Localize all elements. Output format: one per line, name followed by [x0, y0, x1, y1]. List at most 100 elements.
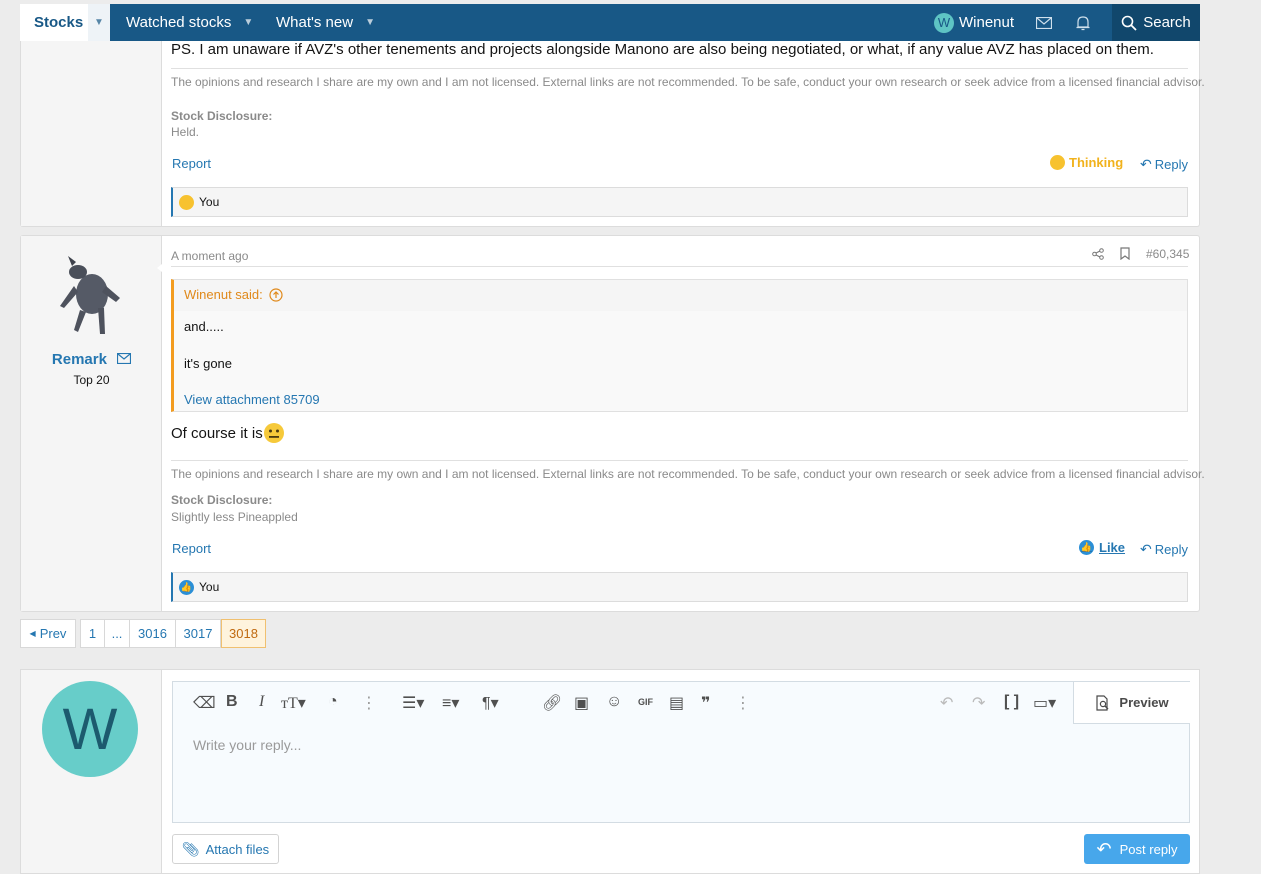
- post-number[interactable]: #60,345: [1146, 247, 1189, 261]
- chevron-left-icon: ◀: [29, 629, 36, 638]
- palette-icon[interactable]: ◔: [328, 693, 338, 711]
- paragraph-icon[interactable]: ¶▾: [482, 693, 499, 713]
- eraser-icon[interactable]: ⌫: [193, 693, 216, 713]
- attachment-link[interactable]: View attachment 85709: [184, 392, 320, 407]
- user-avatar-dog[interactable]: [56, 246, 126, 338]
- quote-header[interactable]: Winenut said:: [184, 287, 283, 302]
- reactions-bar[interactable]: 👍 You: [171, 572, 1188, 602]
- reaction-label: Thinking: [1069, 155, 1124, 170]
- align-icon[interactable]: ≡▾: [442, 693, 459, 713]
- author-name[interactable]: Remark: [52, 351, 107, 368]
- thumbs-up-icon: 👍: [1079, 540, 1094, 555]
- post-2-user-cell: Remark Top 20: [21, 236, 162, 611]
- search-label: Search: [1143, 14, 1191, 31]
- text-size-icon[interactable]: тT▾: [281, 693, 306, 713]
- username: Winenut: [959, 14, 1015, 31]
- user-rank: Top 20: [73, 373, 110, 387]
- attach-label: Attach files: [205, 841, 270, 857]
- link-icon[interactable]: 🔗︎: [542, 693, 562, 713]
- reply-label: Reply: [1154, 157, 1188, 172]
- bookmark-icon[interactable]: [1120, 247, 1130, 260]
- report-link[interactable]: Report: [172, 156, 211, 171]
- alerts-button[interactable]: [1076, 4, 1090, 41]
- more-vertical-icon[interactable]: ⋮: [735, 693, 751, 713]
- inbox-button[interactable]: [1036, 4, 1052, 41]
- report-link[interactable]: Report: [172, 541, 211, 556]
- nav-tab-label: Watched stocks: [126, 14, 232, 31]
- post-reply-button[interactable]: ↶ Post reply: [1084, 834, 1190, 864]
- avatar[interactable]: W: [42, 681, 138, 777]
- page-current[interactable]: 3018: [221, 619, 266, 648]
- quote-block: Winenut said: and..... it's gone View at…: [171, 279, 1188, 412]
- like-button[interactable]: 👍 Like: [1079, 540, 1125, 555]
- thinking-reaction-button[interactable]: Thinking: [1050, 155, 1123, 170]
- chevron-down-icon: ▼: [365, 17, 375, 28]
- thumbs-up-icon: 👍: [179, 579, 194, 595]
- page-ellipsis[interactable]: ...: [105, 619, 130, 648]
- smiley-icon[interactable]: ☺: [606, 693, 622, 711]
- rich-text-editor: ⌫ B I тT▾ ◔ ⋮ ☰▾ ≡▾ ¶▾ 🔗︎ ▣ ☺ GIF ▤ ❞ ⋮ …: [172, 681, 1190, 823]
- reply-input[interactable]: Write your reply...: [193, 737, 301, 753]
- chevron-down-icon: ▼: [243, 17, 254, 28]
- search-button[interactable]: Search: [1112, 4, 1200, 41]
- paperclip-icon: 📎︎: [181, 840, 200, 857]
- list-icon[interactable]: ☰▾: [402, 693, 424, 713]
- redo-icon[interactable]: ↷: [972, 693, 985, 713]
- undo-icon[interactable]: ↶: [940, 693, 953, 713]
- post-1-main: PS. I am unaware if AVZ's other tenement…: [171, 26, 1205, 226]
- preview-button[interactable]: Preview: [1073, 682, 1190, 724]
- stock-disclosure-label: Stock Disclosure:: [171, 493, 273, 507]
- editor-toolbar: ⌫ B I тT▾ ◔ ⋮ ☰▾ ≡▾ ¶▾ 🔗︎ ▣ ☺ GIF ▤ ❞ ⋮ …: [173, 682, 1190, 724]
- chevron-down-icon: ▼: [94, 17, 104, 28]
- post-1-user-cell: [21, 26, 162, 226]
- italic-icon[interactable]: I: [259, 693, 264, 711]
- quote-icon[interactable]: ❞: [701, 693, 710, 713]
- bold-icon[interactable]: B: [226, 693, 238, 711]
- stock-disclosure-value: Held.: [171, 125, 200, 139]
- reactions-bar[interactable]: You: [171, 187, 1188, 217]
- post-body: PS. I am unaware if AVZ's other tenement…: [171, 41, 1154, 58]
- signature: The opinions and research I share are my…: [171, 68, 1205, 89]
- neutral-face-emoji-icon: [263, 423, 284, 443]
- post-reply-label: Post reply: [1119, 841, 1178, 857]
- post-body-text: Of course it is: [171, 424, 263, 442]
- quick-reply: W ⌫ B I тT▾ ◔ ⋮ ☰▾ ≡▾ ¶▾ 🔗︎ ▣ ☺ GIF ▤ ❞ …: [20, 669, 1200, 874]
- message-envelope-icon[interactable]: [117, 352, 132, 365]
- reply-arrow-icon: ↶: [1140, 541, 1152, 557]
- prev-label: Prev: [39, 626, 67, 641]
- attach-files-button[interactable]: 📎︎ Attach files: [172, 834, 279, 864]
- more-vertical-icon[interactable]: ⋮: [361, 693, 377, 713]
- media-icon[interactable]: ▤: [669, 693, 684, 713]
- envelope-icon: [1036, 16, 1052, 29]
- nav-tab-whats-new[interactable]: What's new ▼: [276, 4, 375, 41]
- quote-author: Winenut said:: [184, 287, 263, 302]
- avatar: W: [934, 12, 954, 33]
- reply-arrow-icon: ↶: [1140, 156, 1152, 172]
- post-2-main: A moment ago #60,345 Winenut said: and..…: [171, 236, 1205, 611]
- reply-button[interactable]: ↶ Reply: [1140, 541, 1188, 558]
- share-icon[interactable]: [1092, 248, 1104, 260]
- arrow-up-circle-icon[interactable]: [269, 287, 283, 302]
- like-label: Like: [1099, 540, 1126, 555]
- reacted-by: You: [199, 580, 220, 594]
- author-row: Remark: [21, 351, 162, 368]
- page-link[interactable]: 3017: [176, 619, 221, 648]
- reply-label: Reply: [1154, 542, 1188, 557]
- gif-icon[interactable]: GIF: [638, 697, 653, 707]
- prev-page-button[interactable]: ◀ Prev: [20, 619, 76, 648]
- bell-icon: [1076, 15, 1090, 30]
- image-icon[interactable]: ▣: [574, 693, 589, 713]
- post-body: Of course it is: [171, 422, 285, 444]
- brackets-icon[interactable]: [ ]: [1004, 693, 1019, 711]
- pagination: ◀ Prev: [20, 619, 76, 648]
- user-menu[interactable]: W Winenut: [934, 4, 1014, 41]
- thinking-emoji-icon: [179, 194, 194, 210]
- post-time[interactable]: A moment ago: [171, 249, 248, 263]
- nav-tab-stocks-dropdown[interactable]: ▼: [88, 4, 110, 41]
- reply-button[interactable]: ↶ Reply: [1140, 156, 1188, 173]
- drafts-icon[interactable]: ▭▾: [1033, 693, 1056, 713]
- thinking-emoji-icon: [1050, 155, 1065, 170]
- nav-tab-watched-stocks[interactable]: Watched stocks ▼: [126, 4, 253, 41]
- page-link[interactable]: 3016: [130, 619, 176, 648]
- page-link[interactable]: 1: [80, 619, 105, 648]
